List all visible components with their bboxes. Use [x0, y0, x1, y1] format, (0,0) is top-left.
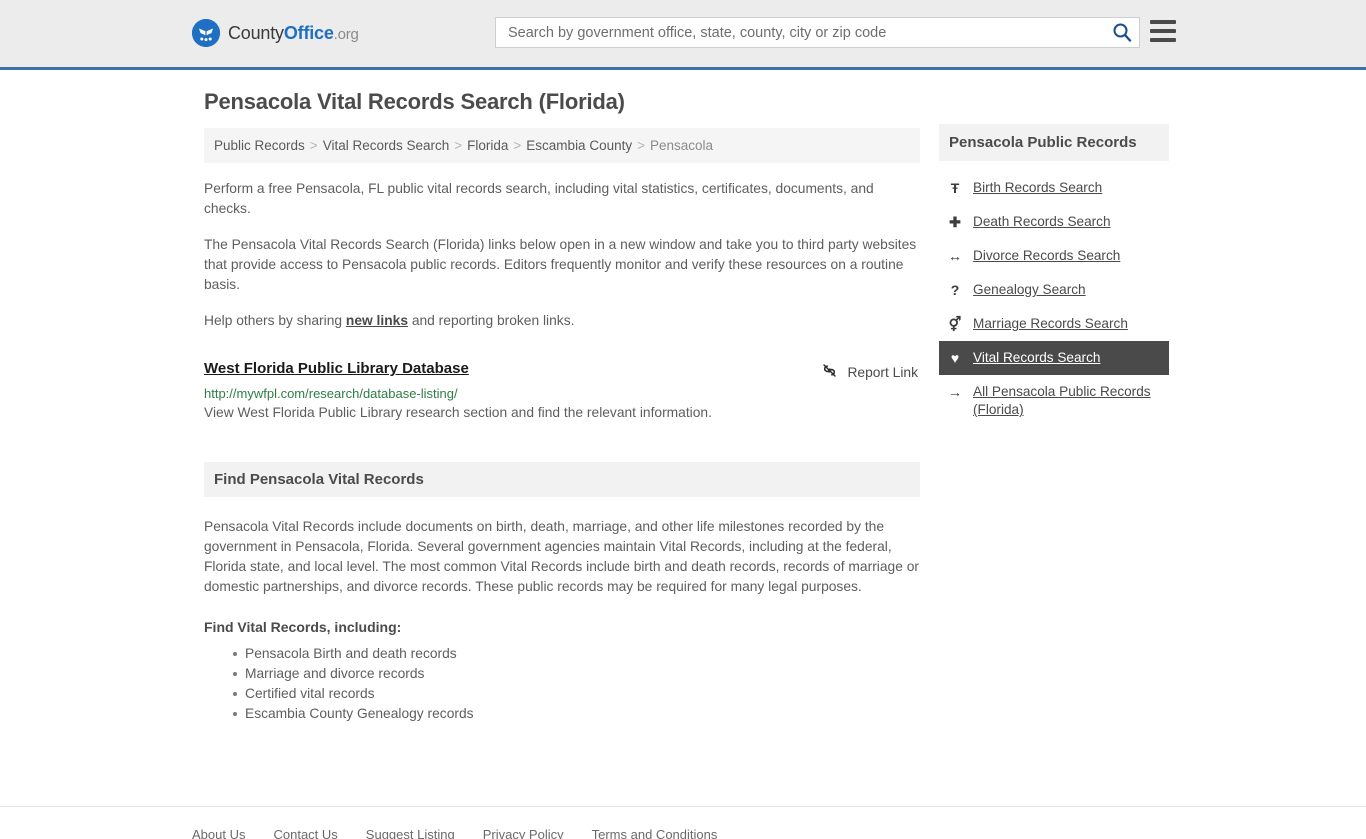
section-sub-heading: Find Vital Records, including: — [204, 619, 402, 635]
footer-link-terms-and-conditions[interactable]: Terms and Conditions — [592, 827, 718, 839]
description-paragraph: The Pensacola Vital Records Search (Flor… — [204, 237, 917, 292]
result-title-link[interactable]: West Florida Public Library Database — [204, 360, 469, 377]
breadcrumb-item-pensacola: Pensacola — [650, 138, 714, 153]
breadcrumb-separator-icon: > — [454, 138, 463, 153]
section-heading: Find Pensacola Vital Records — [204, 462, 920, 497]
sidebar-item-vital-records-search[interactable]: ♥ Vital Records Search — [939, 341, 1169, 375]
footer-link-contact-us[interactable]: Contact Us — [273, 827, 337, 839]
new-links-link[interactable]: new links — [346, 313, 408, 328]
question-mark-icon: ? — [950, 282, 960, 298]
report-link-label: Report Link — [847, 364, 918, 380]
cross-icon: ✚ — [949, 214, 961, 230]
breadcrumb-item-vital-records-search[interactable]: Vital Records Search — [323, 138, 450, 153]
site-footer: About Us Contact Us Suggest Listing Priv… — [0, 806, 1366, 839]
brand-wordmark: CountyOffice.org — [228, 23, 359, 44]
list-item: Pensacola Birth and death records — [233, 644, 920, 664]
site-logo-link[interactable]: CountyOffice.org — [192, 19, 359, 47]
baby-icon: Ŧ — [950, 180, 960, 196]
section-body-text: Pensacola Vital Records include document… — [204, 519, 919, 594]
sidebar: Pensacola Public Records Ŧ Birth Records… — [939, 124, 1169, 427]
report-link-button[interactable]: Report Link — [821, 362, 918, 382]
vital-records-list: Pensacola Birth and death records Marria… — [204, 644, 920, 724]
footer-link-suggest-listing[interactable]: Suggest Listing — [366, 827, 455, 839]
list-item: Escambia County Genealogy records — [233, 704, 920, 724]
search-icon — [1112, 23, 1132, 45]
search-input[interactable] — [496, 18, 1104, 47]
breadcrumb-separator-icon: > — [309, 138, 318, 153]
footer-link-privacy-policy[interactable]: Privacy Policy — [483, 827, 564, 839]
sidebar-item-all-public-records[interactable]: → All Pensacola Public Records (Florida) — [939, 375, 1169, 427]
result-description: View West Florida Public Library researc… — [204, 405, 712, 420]
sidebar-item-divorce-records-search[interactable]: ↔ Divorce Records Search — [939, 239, 1169, 273]
sidebar-item-label: Vital Records Search — [973, 350, 1101, 365]
hamburger-bar — [1150, 38, 1176, 42]
sidebar-item-death-records-search[interactable]: ✚ Death Records Search — [939, 205, 1169, 239]
footer-links: About Us Contact Us Suggest Listing Priv… — [192, 827, 717, 839]
brand-part-org: .org — [333, 25, 359, 43]
sidebar-item-birth-records-search[interactable]: Ŧ Birth Records Search — [939, 171, 1169, 205]
hamburger-bar — [1150, 20, 1176, 24]
result-url: http://mywfpl.com/research/database-list… — [204, 386, 458, 401]
site-header: CountyOffice.org — [0, 0, 1366, 70]
breadcrumb-item-escambia-county[interactable]: Escambia County — [526, 138, 632, 153]
sidebar-item-label: Marriage Records Search — [973, 316, 1128, 331]
breadcrumb-separator-icon: > — [513, 138, 522, 153]
hamburger-bar — [1150, 29, 1176, 33]
broken-link-icon — [821, 362, 838, 382]
list-item: Marriage and divorce records — [233, 664, 920, 684]
help-prefix-text: Help others by sharing — [204, 313, 346, 328]
brand-part-county: County — [228, 22, 284, 43]
breadcrumb-item-florida[interactable]: Florida — [467, 138, 508, 153]
sidebar-item-label: All Pensacola Public Records (Florida) — [973, 384, 1151, 417]
breadcrumb: Public Records > Vital Records Search > Flor… — [204, 128, 920, 163]
hamburger-menu-icon[interactable] — [1150, 20, 1176, 42]
sidebar-item-label: Genealogy Search — [973, 282, 1086, 297]
sidebar-item-label: Divorce Records Search — [973, 248, 1121, 263]
breadcrumb-separator-icon: > — [637, 138, 645, 153]
heart-pulse-icon: ♥ — [950, 350, 960, 366]
sidebar-item-label: Death Records Search — [973, 214, 1111, 229]
list-item: Certified vital records — [233, 684, 920, 704]
brand-part-office: Office — [283, 22, 334, 43]
main-content: Pensacola Vital Records Search (Florida)… — [204, 89, 920, 724]
sidebar-item-label: Birth Records Search — [973, 180, 1103, 195]
sidebar-item-marriage-records-search[interactable]: ⚥ Marriage Records Search — [939, 307, 1169, 341]
search-bar — [495, 17, 1140, 48]
help-paragraph: Help others by sharing new links and rep… — [204, 311, 920, 331]
page-title: Pensacola Vital Records Search (Florida) — [204, 89, 625, 114]
result-item: West Florida Public Library Database Rep… — [204, 360, 920, 420]
arrow-right-icon: → — [948, 384, 962, 400]
eagle-shield-logo-icon — [192, 19, 220, 47]
intro-paragraph: Perform a free Pensacola, FL public vita… — [204, 181, 874, 216]
sidebar-heading: Pensacola Public Records — [939, 124, 1169, 161]
sidebar-list: Ŧ Birth Records Search ✚ Death Records S… — [939, 171, 1169, 427]
help-suffix-text: and reporting broken links. — [408, 313, 575, 328]
header-inner: CountyOffice.org — [0, 0, 1366, 67]
footer-link-about-us[interactable]: About Us — [192, 827, 245, 839]
male-female-symbol-icon: ⚥ — [948, 316, 962, 332]
search-button[interactable] — [1109, 21, 1135, 45]
sidebar-item-genealogy-search[interactable]: ? Genealogy Search — [939, 273, 1169, 307]
breadcrumb-item-public-records[interactable]: Public Records — [214, 138, 305, 153]
left-right-arrow-icon: ↔ — [948, 248, 962, 264]
